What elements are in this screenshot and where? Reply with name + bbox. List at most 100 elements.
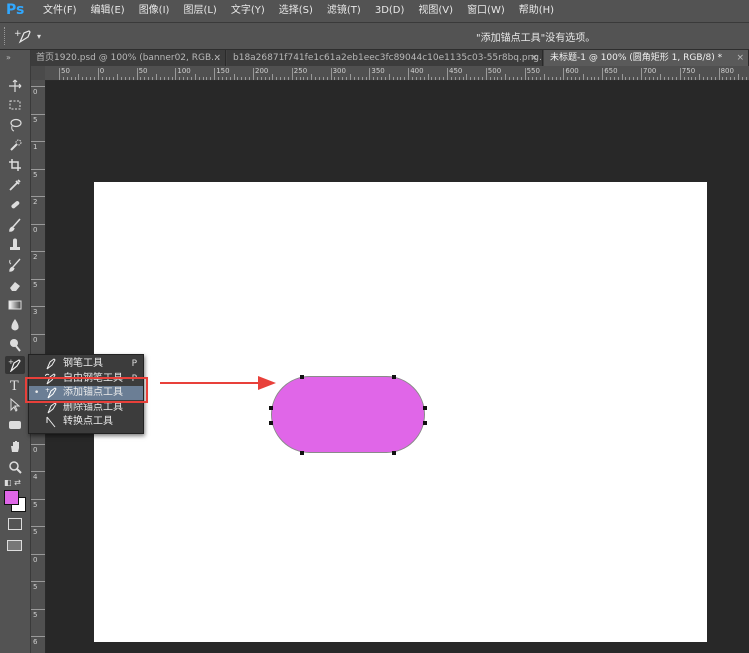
add-anchor-pen-icon: + [14,29,31,44]
anchor-point[interactable] [300,451,304,455]
quick-mask-icon[interactable] [8,518,22,530]
tool-button[interactable] [5,236,25,254]
ruler-minor-tick [637,77,639,80]
tool-button[interactable] [5,316,25,334]
ruler-label: 50 [138,67,148,75]
ruler-minor-tick [295,77,297,80]
flyout-item-label: 转换点工具 [63,416,113,427]
menu-item[interactable]: 视图(V) [411,0,460,22]
menu-item[interactable]: 文字(Y) [224,0,272,22]
tool-button[interactable] [5,176,25,194]
ruler-minor-tick [466,74,468,80]
tool-button[interactable]: T [5,376,25,394]
ruler-tick [31,443,45,445]
menu-item[interactable]: 文件(F) [36,0,84,22]
tool-button[interactable] [5,416,25,434]
ruler-label: 5 [33,170,38,179]
ruler-minor-tick [93,77,95,80]
menu-item[interactable]: 图层(L) [176,0,223,22]
tool-button[interactable] [5,196,25,214]
tool-button[interactable] [5,216,25,234]
tool-button[interactable] [5,77,25,95]
options-bar-grip[interactable] [4,27,8,45]
ruler-minor-tick [699,74,701,80]
lasso-icon [10,118,22,132]
menu-item[interactable]: 选择(S) [272,0,320,22]
anchor-point[interactable] [392,375,396,379]
tool-button[interactable] [5,396,25,414]
ruler-tick [175,68,177,80]
tool-button[interactable] [5,296,25,314]
tool-button[interactable] [5,156,25,174]
ruler-minor-tick [365,77,367,80]
tool-preset-picker[interactable]: + ▾ [14,27,46,45]
ruler-tick [330,68,332,80]
ruler-minor-tick [334,77,336,80]
menu-item[interactable]: 编辑(E) [84,0,132,22]
ruler-tick [485,68,487,80]
tool-button[interactable] [5,136,25,154]
anchor-point[interactable] [423,406,427,410]
ruler-minor-tick [551,77,553,80]
ruler-tick [31,581,45,582]
ruler-minor-tick [664,77,666,80]
tool-button[interactable]: + [5,356,25,374]
close-icon[interactable]: × [213,50,221,66]
close-icon[interactable]: × [530,50,538,66]
ruler-label: 0 [33,555,38,564]
anchor-point[interactable] [423,421,427,425]
swap-colors-icon[interactable]: ◧ ⇄ [4,478,21,487]
ruler-minor-tick [187,77,189,80]
tool-button[interactable] [5,256,25,274]
tool-button[interactable] [5,458,25,476]
tab-label: 未标题-1 @ 100% (圆角矩形 1, RGB/8) * [550,53,723,63]
horizontal-ruler[interactable]: 50 0 50 100 150 200 250 300 350 400 450 500 550 600 65… [45,66,749,81]
document-tab[interactable]: 首页1920.psd @ 100% (banner02, RGB... × [30,50,226,66]
anchor-point[interactable] [392,451,396,455]
ruler-tick [31,636,45,637]
ruler-minor-tick [249,77,251,80]
ruler-minor-tick [66,77,68,80]
history-brush-icon [9,258,21,272]
menu-item[interactable]: 窗口(W) [460,0,512,22]
brush-icon [9,218,21,232]
ruler-corner[interactable] [30,66,45,80]
tool-button[interactable] [5,276,25,294]
ruler-minor-tick [198,77,200,80]
tool-button[interactable] [5,438,25,456]
ruler-label: 5 [33,115,38,124]
screen-mode-icon[interactable] [7,540,22,551]
flyout-item[interactable]: 转换点工具 [29,415,143,429]
dodge-icon [10,339,21,352]
menu-item[interactable]: 滤镜(T) [320,0,368,22]
rounded-rectangle-shape[interactable] [271,376,425,453]
ruler-minor-tick [741,77,743,80]
ruler-minor-tick [152,77,154,80]
menu-item[interactable]: 3D(D) [368,0,412,22]
panel-collapse-icon[interactable]: » [6,53,11,62]
ruler-label: 5 [33,280,38,289]
tool-button[interactable] [5,96,25,114]
ruler-minor-tick [113,77,115,80]
ruler-minor-tick [594,77,596,80]
anchor-point[interactable] [269,406,273,410]
ruler-minor-tick [206,77,208,80]
ruler-minor-tick [396,77,398,80]
ruler-tick [31,333,45,335]
tools-panel: » + T ◧ ⇄ [0,50,31,653]
flyout-item[interactable]: 钢笔工具 P [29,357,143,371]
document-tab-active[interactable]: 未标题-1 @ 100% (圆角矩形 1, RGB/8) * × [544,50,749,66]
anchor-point[interactable] [269,421,273,425]
menu-item[interactable]: 图像(I) [132,0,177,22]
foreground-color-swatch[interactable] [4,490,19,505]
anchor-point[interactable] [300,375,304,379]
ruler-minor-tick [284,77,286,80]
document-tab[interactable]: b18a26871f741fe1c61a2eb1eec3fc89044c10e1… [227,50,543,66]
tool-button[interactable] [5,336,25,354]
close-icon[interactable]: × [736,50,744,66]
ruler-minor-tick [695,77,697,80]
ruler-minor-tick [547,77,549,80]
menu-item[interactable]: 帮助(H) [512,0,561,22]
ruler-minor-tick [474,77,476,80]
tool-button[interactable] [5,116,25,134]
